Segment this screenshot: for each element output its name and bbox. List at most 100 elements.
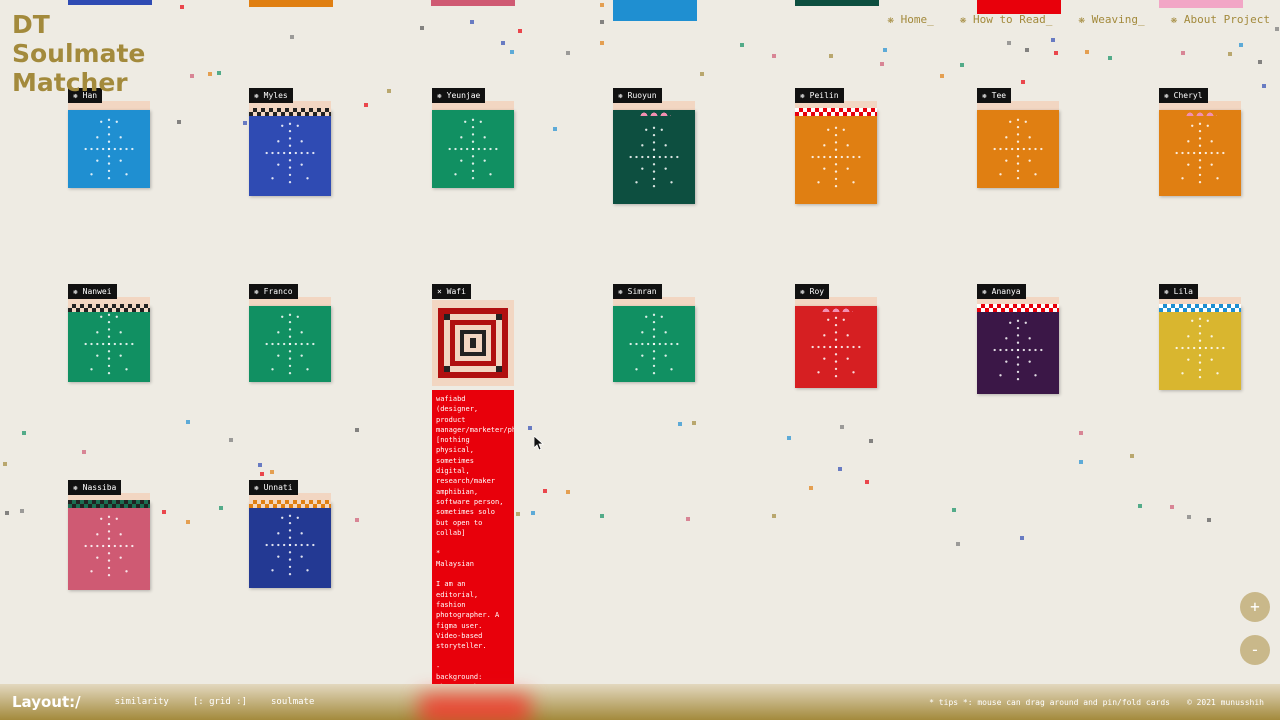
- confetti-dot: [600, 514, 604, 518]
- card-name-tag[interactable]: × Wafi: [432, 284, 471, 299]
- site-logo[interactable]: DT Soulmate Matcher: [12, 10, 145, 97]
- confetti-dot: [1187, 515, 1191, 519]
- confetti-dot: [518, 29, 522, 33]
- card-name-tag[interactable]: ❋ Yeunjae: [432, 88, 486, 103]
- card-yeunjae[interactable]: ❋ Yeunjae: [432, 88, 516, 192]
- dot-cross-pattern-icon: [84, 313, 134, 375]
- logo-line-3: Matcher: [12, 68, 128, 97]
- card-body[interactable]: [1159, 110, 1241, 196]
- card-name-tag[interactable]: ❋ Nassiba: [68, 480, 122, 495]
- partial-card-top-7[interactable]: [1159, 0, 1243, 8]
- dot-cross-pattern-icon: [265, 313, 315, 375]
- confetti-dot: [364, 103, 368, 107]
- dot-cross-pattern-icon: [993, 118, 1043, 180]
- card-peilin[interactable]: ❋ Peilin: [795, 88, 879, 208]
- card-ruoyun[interactable]: ❋ Ruoyun: [613, 88, 697, 208]
- card-name-tag[interactable]: ❋ Roy: [795, 284, 830, 299]
- card-han[interactable]: ❋ Han: [68, 88, 152, 192]
- card-nanwei[interactable]: ❋ Nanwei: [68, 284, 152, 386]
- card-name-tag[interactable]: ❋ Ananya: [977, 284, 1026, 299]
- card-name-tag[interactable]: ❋ Nanwei: [68, 284, 117, 299]
- card-franco[interactable]: ❋ Franco: [249, 284, 333, 386]
- confetti-dot: [1051, 38, 1055, 42]
- card-body[interactable]: [249, 306, 331, 382]
- confetti-dot: [865, 480, 869, 484]
- partial-card-top-3[interactable]: [431, 0, 515, 6]
- layout-soulmate-button[interactable]: soulmate: [271, 697, 314, 707]
- card-body[interactable]: [613, 306, 695, 382]
- card-body[interactable]: [613, 110, 695, 204]
- layout-similarity-button[interactable]: similarity: [115, 697, 169, 707]
- card-unnati[interactable]: ❋ Unnati: [249, 480, 333, 592]
- confetti-dot: [531, 511, 535, 515]
- confetti-dot: [553, 127, 557, 131]
- card-myles[interactable]: ❋ Myles: [249, 88, 333, 200]
- dot-cross-pattern-icon: [629, 126, 679, 188]
- card-name-tag[interactable]: ❋ Myles: [249, 88, 293, 103]
- card-body[interactable]: [1159, 306, 1241, 390]
- card-name-tag[interactable]: ❋ Simran: [613, 284, 662, 299]
- card-body[interactable]: [977, 110, 1059, 188]
- confetti-dot: [177, 120, 181, 124]
- partial-card-top-1[interactable]: [68, 0, 152, 5]
- zoom-in-button[interactable]: +: [1240, 592, 1270, 622]
- partial-card-top-2[interactable]: [249, 0, 333, 7]
- card-ananya[interactable]: ❋ Ananya: [977, 284, 1061, 398]
- partial-card-top-6[interactable]: [977, 0, 1061, 14]
- confetti-dot: [600, 41, 604, 45]
- logo-line-2: Soulmate: [12, 39, 146, 68]
- card-name-tag[interactable]: ❋ Peilin: [795, 88, 844, 103]
- card-body[interactable]: [795, 306, 877, 388]
- card-simran[interactable]: ❋ Simran: [613, 284, 697, 386]
- confetti-dot: [1108, 56, 1112, 60]
- card-name-tag[interactable]: ❋ Franco: [249, 284, 298, 299]
- confetti-dot: [219, 506, 223, 510]
- card-body[interactable]: [249, 110, 331, 196]
- layout-grid-button[interactable]: [: grid :]: [193, 697, 247, 707]
- wafi-profile-popup[interactable]: wafiabd (designer, product manager/marke…: [432, 390, 514, 684]
- card-lila[interactable]: ❋ Lila: [1159, 284, 1243, 394]
- card-name-tag[interactable]: ❋ Lila: [1159, 284, 1198, 299]
- partial-card-top-4[interactable]: [613, 0, 697, 21]
- confetti-dot: [678, 422, 682, 426]
- confetti-dot: [186, 420, 190, 424]
- confetti-dot: [229, 438, 233, 442]
- nav-about-link[interactable]: ❋ About Project: [1171, 13, 1270, 26]
- card-roy[interactable]: ❋ Roy: [795, 284, 879, 392]
- card-body[interactable]: [249, 502, 331, 588]
- nav-weaving-link[interactable]: ❋ Weaving_: [1078, 13, 1144, 26]
- confetti-dot: [290, 35, 294, 39]
- dot-cross-pattern-icon: [811, 126, 861, 188]
- dot-cross-pattern-icon: [265, 514, 315, 576]
- confetti-dot: [1207, 518, 1211, 522]
- nav-home-link[interactable]: ❋ Home_: [887, 13, 933, 26]
- confetti-dot: [1007, 41, 1011, 45]
- card-nassiba[interactable]: ❋ Nassiba: [68, 480, 152, 594]
- partial-card-top-5[interactable]: [795, 0, 879, 6]
- card-body[interactable]: [795, 110, 877, 204]
- card-name-tag[interactable]: ❋ Unnati: [249, 480, 298, 495]
- confetti-dot: [566, 51, 570, 55]
- confetti-dot: [566, 490, 570, 494]
- card-name-tag[interactable]: ❋ Ruoyun: [613, 88, 662, 103]
- confetti-dot: [82, 450, 86, 454]
- card-name-tag[interactable]: ❋ Cheryl: [1159, 88, 1208, 103]
- nav-how-to-read-link[interactable]: ❋ How to Read_: [960, 13, 1053, 26]
- checker-pattern-icon: [68, 500, 150, 508]
- card-body[interactable]: [68, 110, 150, 188]
- card-body[interactable]: [68, 306, 150, 382]
- card-cheryl[interactable]: ❋ Cheryl: [1159, 88, 1243, 200]
- wafi-card-art[interactable]: [432, 300, 514, 386]
- zoom-out-button[interactable]: -: [1240, 635, 1270, 665]
- card-body[interactable]: [977, 306, 1059, 394]
- card-tee[interactable]: ❋ Tee: [977, 88, 1061, 192]
- copyright-text: © 2021 munusshih: [1186, 697, 1264, 707]
- card-body[interactable]: [68, 502, 150, 590]
- confetti-dot: [387, 89, 391, 93]
- card-body[interactable]: [432, 110, 514, 188]
- confetti-dot: [355, 518, 359, 522]
- confetti-dot: [740, 43, 744, 47]
- confetti-dot: [600, 20, 604, 24]
- confetti-dot: [217, 71, 221, 75]
- card-name-tag[interactable]: ❋ Tee: [977, 88, 1012, 103]
